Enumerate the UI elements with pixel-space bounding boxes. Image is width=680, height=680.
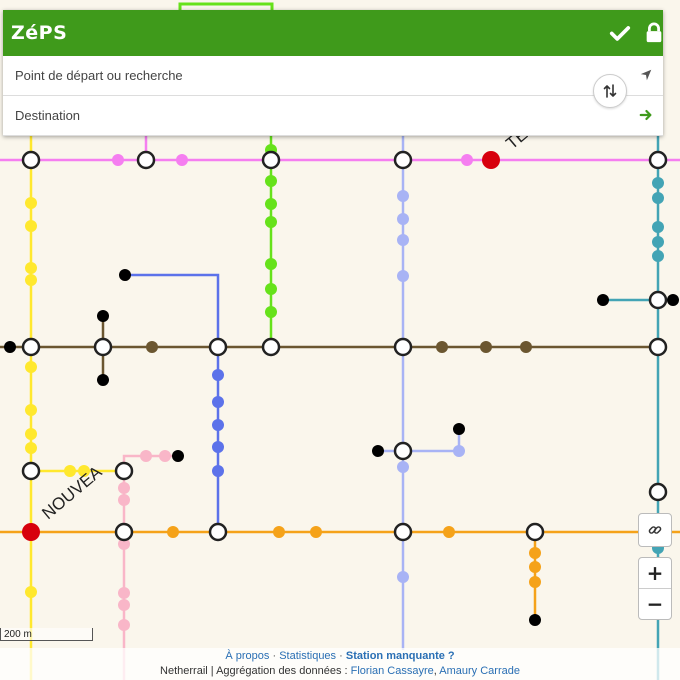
stats-link[interactable]: Statistiques [279,650,336,662]
swap-vertical-icon [603,84,617,98]
missing-station-link[interactable]: Station manquante ? [346,650,455,662]
app-header: ZéPS [3,10,663,56]
zoom-out-button[interactable]: − [639,588,671,619]
swap-button[interactable] [593,74,627,108]
zoom-in-button[interactable]: + [639,558,671,588]
location-arrow-icon[interactable] [639,68,653,82]
link-icon [648,526,662,534]
origin-input[interactable] [13,67,577,84]
share-link-button[interactable] [638,513,672,547]
destination-field-row [3,96,663,136]
small-stops [25,144,664,631]
line-light-pink [122,454,178,680]
arrow-right-icon[interactable] [639,108,653,122]
app-title: ZéPS [11,22,68,44]
highlight-station [22,523,40,541]
destination-input[interactable] [13,107,577,124]
author-link-1[interactable]: Florian Cassayre [351,665,434,677]
highlight-station [482,151,500,169]
lock-icon[interactable] [643,22,665,44]
author-link-2[interactable]: Amaury Carrade [439,665,520,677]
scale-bar: 200 m [0,628,93,641]
origin-field-row [3,56,663,96]
attribution-footer: À propos · Statistiques · Station manqua… [0,648,680,680]
terminus-stops [4,269,679,626]
separator: · [339,650,346,662]
line-periwinkle-branch [378,429,461,453]
line-blue [125,273,220,532]
about-link[interactable]: À propos [225,650,269,662]
zoom-control: + − [638,557,672,620]
route-panel: ZéPS [3,10,663,136]
credits-text: Netherrail | Aggrégation des données : [160,665,348,677]
checkmark-icon[interactable] [609,22,631,44]
